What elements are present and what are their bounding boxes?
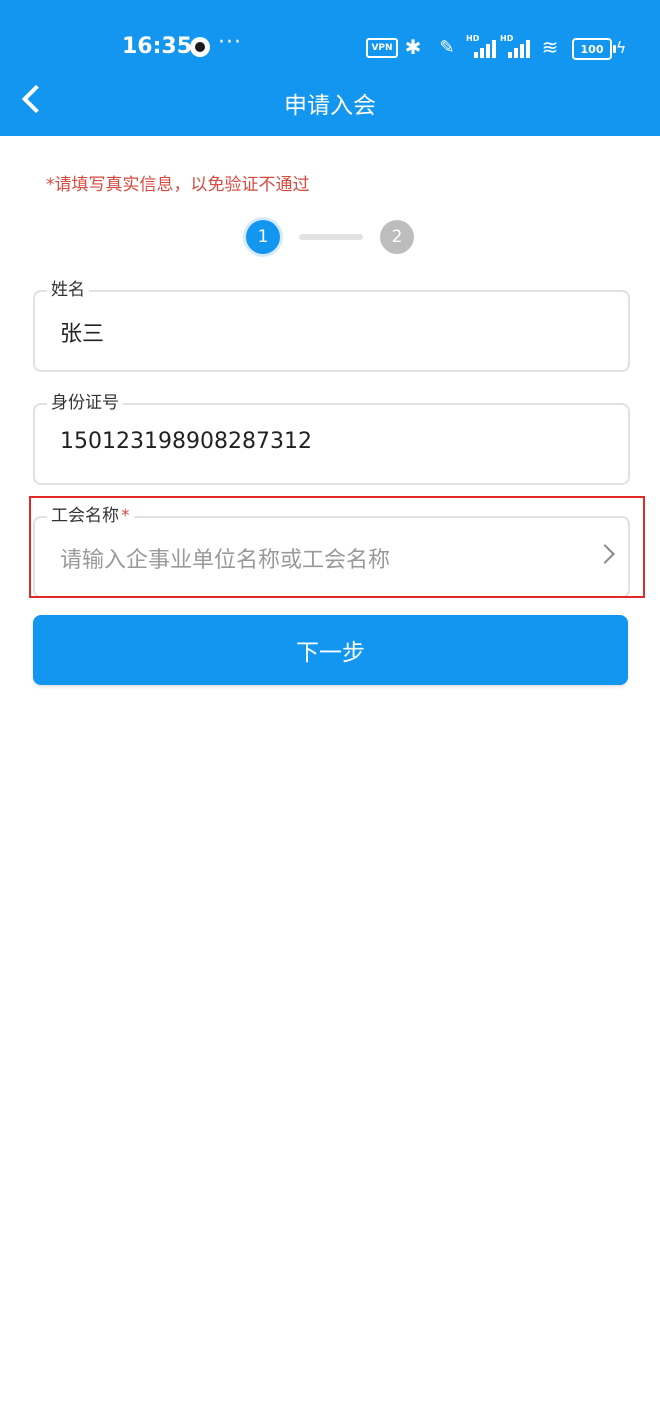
bluetooth-icon: ✱	[404, 35, 422, 59]
name-label: 姓名	[47, 279, 89, 301]
page-title: 申请入会	[284, 93, 376, 119]
mute-icon: ✎	[439, 36, 455, 58]
next-step-button[interactable]: 下一步	[33, 615, 628, 685]
clock-icon	[190, 37, 210, 57]
name-value: 张三	[60, 322, 105, 347]
wifi-icon: ≋	[541, 35, 559, 59]
id-number-label: 身份证号	[47, 392, 123, 414]
step-connector	[299, 234, 363, 240]
id-number-value: 150123198908287312	[60, 429, 312, 454]
vpn-icon: VPN	[366, 38, 398, 58]
signal-icon: HD	[466, 34, 496, 60]
battery-icon: 100	[572, 38, 616, 60]
status-bar: 16:35 ··· VPN ✱ ✎ HD HD ≋ 100 ϟ	[0, 28, 660, 70]
id-number-field[interactable]: 身份证号 150123198908287312	[33, 392, 630, 485]
highlight-box	[29, 496, 645, 598]
name-field[interactable]: 姓名 张三	[33, 279, 630, 372]
notice-text: *请填写真实信息，以免验证不通过	[46, 175, 310, 195]
status-time: 16:35	[122, 34, 193, 59]
charging-icon: ϟ	[615, 37, 627, 57]
app-bar: 16:35 ··· VPN ✱ ✎ HD HD ≋ 100 ϟ 申请入会	[0, 0, 660, 136]
step-indicator-1: 1	[246, 220, 280, 254]
step-indicator-2: 2	[380, 220, 414, 254]
signal-icon: HD	[500, 34, 530, 60]
more-notifications-icon: ···	[218, 30, 242, 55]
